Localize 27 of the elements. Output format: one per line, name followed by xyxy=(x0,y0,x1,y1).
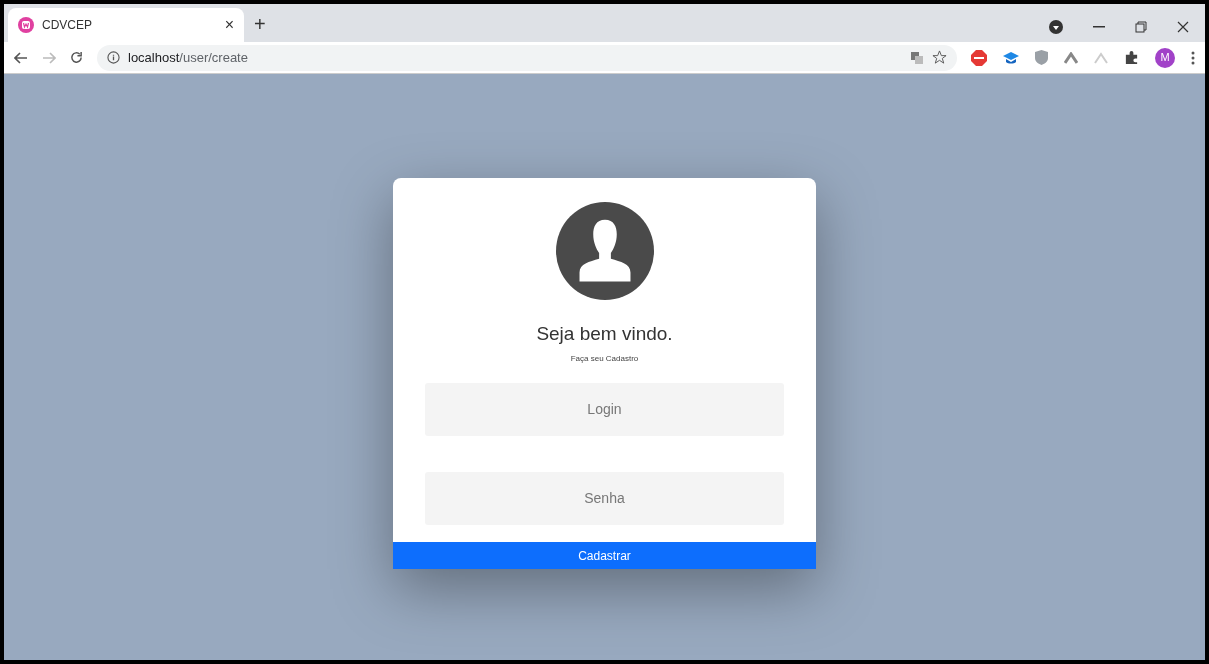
browser-tab[interactable]: CDVCEP × xyxy=(8,8,244,42)
input-field[interactable]: Login xyxy=(425,382,784,436)
menu-icon[interactable] xyxy=(1191,50,1195,65)
graduation-cap-icon[interactable] xyxy=(1003,50,1019,65)
tab-title: CDVCEP xyxy=(42,17,93,34)
subtitle: Faça seu Cadastro xyxy=(570,352,639,365)
profile-avatar[interactable]: M xyxy=(1155,47,1175,68)
shield-icon[interactable] xyxy=(1035,50,1048,65)
minimize-icon[interactable] xyxy=(1093,26,1105,28)
info-icon xyxy=(107,51,120,64)
close-icon[interactable] xyxy=(1177,21,1189,33)
input-field[interactable]: Senha xyxy=(425,471,784,525)
reload-icon[interactable] xyxy=(70,51,83,64)
welcome-heading: Seja bem vindo. xyxy=(536,322,673,346)
restore-icon[interactable] xyxy=(1135,21,1147,33)
url-text: localhost/user/create xyxy=(128,48,248,67)
tab-close-button[interactable]: × xyxy=(224,17,234,33)
puzzle-icon[interactable] xyxy=(1124,50,1139,65)
star-icon[interactable] xyxy=(932,50,947,65)
stop-sign-icon[interactable] xyxy=(971,49,987,66)
back-icon[interactable] xyxy=(14,51,28,64)
app-logo-icon xyxy=(18,17,34,33)
new-tab-button[interactable]: + xyxy=(254,14,266,34)
chevron-up-icon[interactable] xyxy=(1064,51,1078,64)
register-button[interactable]: Cadastrar xyxy=(393,542,816,569)
user-avatar-icon xyxy=(555,202,654,300)
address-bar[interactable]: localhost/user/create xyxy=(97,44,957,71)
